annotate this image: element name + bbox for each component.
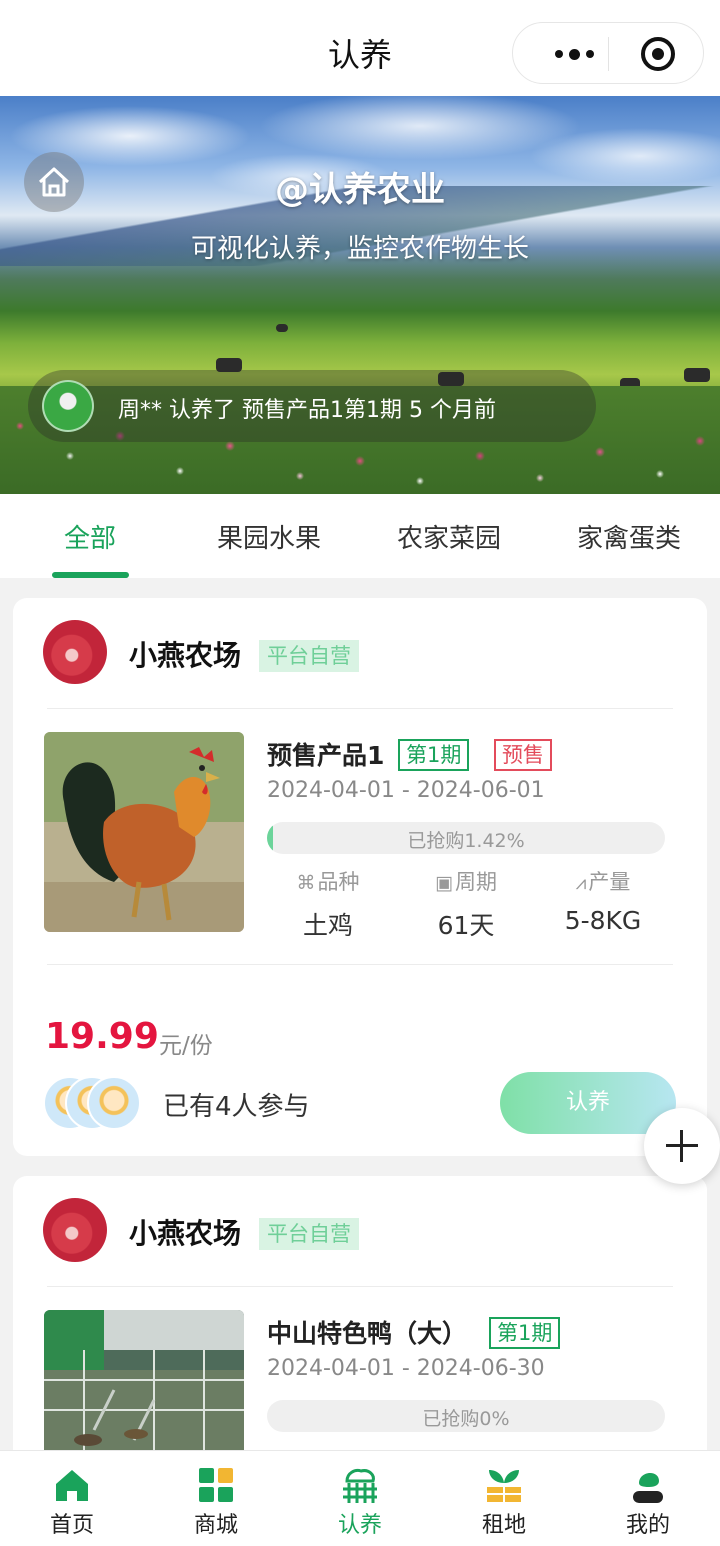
banner-cow bbox=[276, 324, 288, 332]
card-divider bbox=[47, 1286, 673, 1287]
adoption-ticker: 周** 认养了 预售产品1第1期 5 个月前 bbox=[28, 370, 596, 442]
rooster-photo bbox=[44, 732, 244, 932]
spec-value: 土鸡 bbox=[302, 911, 353, 940]
participant-count: 已有4人参与 bbox=[163, 1092, 310, 1122]
category-tabs: 全部 果园水果 农家菜园 家禽蛋类 bbox=[0, 494, 720, 578]
self-operated-badge: 平台自营 bbox=[259, 640, 359, 672]
bottom-tab-bar: 首页 商城 认养 租地 我的 bbox=[0, 1450, 720, 1546]
rent-land-icon bbox=[487, 1470, 521, 1502]
farm-avatar bbox=[43, 620, 107, 684]
spec-key: 周期 bbox=[454, 870, 497, 894]
spec-value: 61天 bbox=[437, 911, 495, 940]
spec-label: ▣周期 bbox=[406, 866, 526, 896]
spec-yield: ⩘产量 5-8KG bbox=[543, 866, 663, 935]
farm-avatar bbox=[43, 1198, 107, 1262]
hero-banner: @认养农业 可视化认养，监控农作物生长 周** 认养了 预售产品1第1期 5 个… bbox=[0, 96, 720, 494]
participant-avatar bbox=[87, 1076, 141, 1130]
ticker-text: 周** 认养了 预售产品1第1期 5 个月前 bbox=[118, 398, 496, 423]
calendar-icon: ▣ bbox=[435, 872, 453, 894]
spec-label: ⩘产量 bbox=[543, 866, 663, 896]
tab-orchard-fruit[interactable]: 果园水果 bbox=[217, 518, 321, 555]
farm-name: 小燕农场 bbox=[129, 639, 242, 672]
purchase-progress-bar: 已抢购0% bbox=[267, 1400, 665, 1432]
more-icon[interactable] bbox=[539, 39, 609, 69]
progress-text: 已抢购0% bbox=[422, 1408, 510, 1430]
tab-all[interactable]: 全部 bbox=[64, 518, 116, 555]
nav-adopt[interactable]: 认养 bbox=[288, 1451, 432, 1546]
spec-key: 产量 bbox=[588, 870, 631, 894]
product-dates: 2024-04-01 - 2024-06-01 bbox=[267, 778, 545, 803]
profile-icon bbox=[633, 1472, 663, 1503]
add-floating-button[interactable] bbox=[644, 1108, 720, 1184]
nav-label: 认养 bbox=[337, 1513, 382, 1538]
tab-poultry-eggs[interactable]: 家禽蛋类 bbox=[577, 518, 681, 555]
product-image[interactable] bbox=[44, 732, 244, 932]
product-card[interactable]: 小燕农场 平台自营 预售产品1 第1期 预售 2024-04-01 - 2024… bbox=[13, 598, 707, 1156]
hero-slogan: 可视化认养，监控农作物生长 bbox=[190, 234, 529, 264]
nav-rent-land[interactable]: 租地 bbox=[432, 1451, 576, 1546]
nav-home[interactable]: 首页 bbox=[0, 1451, 144, 1546]
active-tab-indicator bbox=[52, 572, 129, 578]
chart-icon: ⩘ bbox=[575, 872, 587, 894]
nav-label: 商城 bbox=[193, 1513, 238, 1538]
nav-shop[interactable]: 商城 bbox=[144, 1451, 288, 1546]
period-tag: 第1期 bbox=[489, 1317, 561, 1349]
price-unit: 元/份 bbox=[159, 1033, 213, 1059]
top-nav-bar: 认养 bbox=[0, 0, 720, 96]
shop-icon bbox=[199, 1468, 233, 1502]
nav-label: 租地 bbox=[481, 1513, 526, 1538]
progress-text: 已抢购1.42% bbox=[407, 830, 525, 852]
spec-variety: ⌘品种 土鸡 bbox=[268, 866, 388, 942]
participant-avatars bbox=[43, 1076, 143, 1132]
period-tag: 第1期 bbox=[398, 739, 470, 771]
nav-profile[interactable]: 我的 bbox=[576, 1451, 720, 1546]
spec-value: 5-8KG bbox=[564, 906, 642, 935]
self-operated-badge: 平台自营 bbox=[259, 1218, 359, 1250]
spec-cycle: ▣周期 61天 bbox=[406, 866, 526, 942]
capsule-divider bbox=[608, 37, 609, 71]
product-name: 中山特色鸭（大） bbox=[267, 1319, 468, 1348]
product-price: 19.99 bbox=[45, 1016, 159, 1057]
adopt-icon bbox=[343, 1469, 377, 1503]
banner-cow bbox=[684, 368, 710, 382]
close-target-icon[interactable] bbox=[641, 37, 675, 71]
presale-tag: 预售 bbox=[494, 739, 552, 771]
home-icon bbox=[56, 1470, 88, 1501]
spec-label: ⌘品种 bbox=[268, 866, 388, 896]
mini-program-capsule bbox=[512, 22, 704, 84]
card-divider bbox=[47, 964, 673, 965]
ticker-avatar bbox=[42, 380, 94, 432]
spec-key: 品种 bbox=[317, 870, 360, 894]
hero-brand: @认养农业 bbox=[275, 170, 445, 210]
tab-farm-vegetables[interactable]: 农家菜园 bbox=[397, 518, 501, 555]
nav-label: 我的 bbox=[625, 1513, 670, 1538]
farm-name: 小燕农场 bbox=[129, 1217, 242, 1250]
purchase-progress-bar: 已抢购1.42% bbox=[267, 822, 665, 854]
product-name: 预售产品1 bbox=[267, 741, 385, 770]
card-divider bbox=[47, 708, 673, 709]
variety-icon: ⌘ bbox=[296, 872, 316, 894]
product-card[interactable]: 小燕农场 平台自营 中山特色鸭（大） 第1期 2024-04-01 - 2024… bbox=[13, 1176, 707, 1510]
nav-label: 首页 bbox=[49, 1513, 94, 1538]
product-dates: 2024-04-01 - 2024-06-30 bbox=[267, 1356, 545, 1381]
